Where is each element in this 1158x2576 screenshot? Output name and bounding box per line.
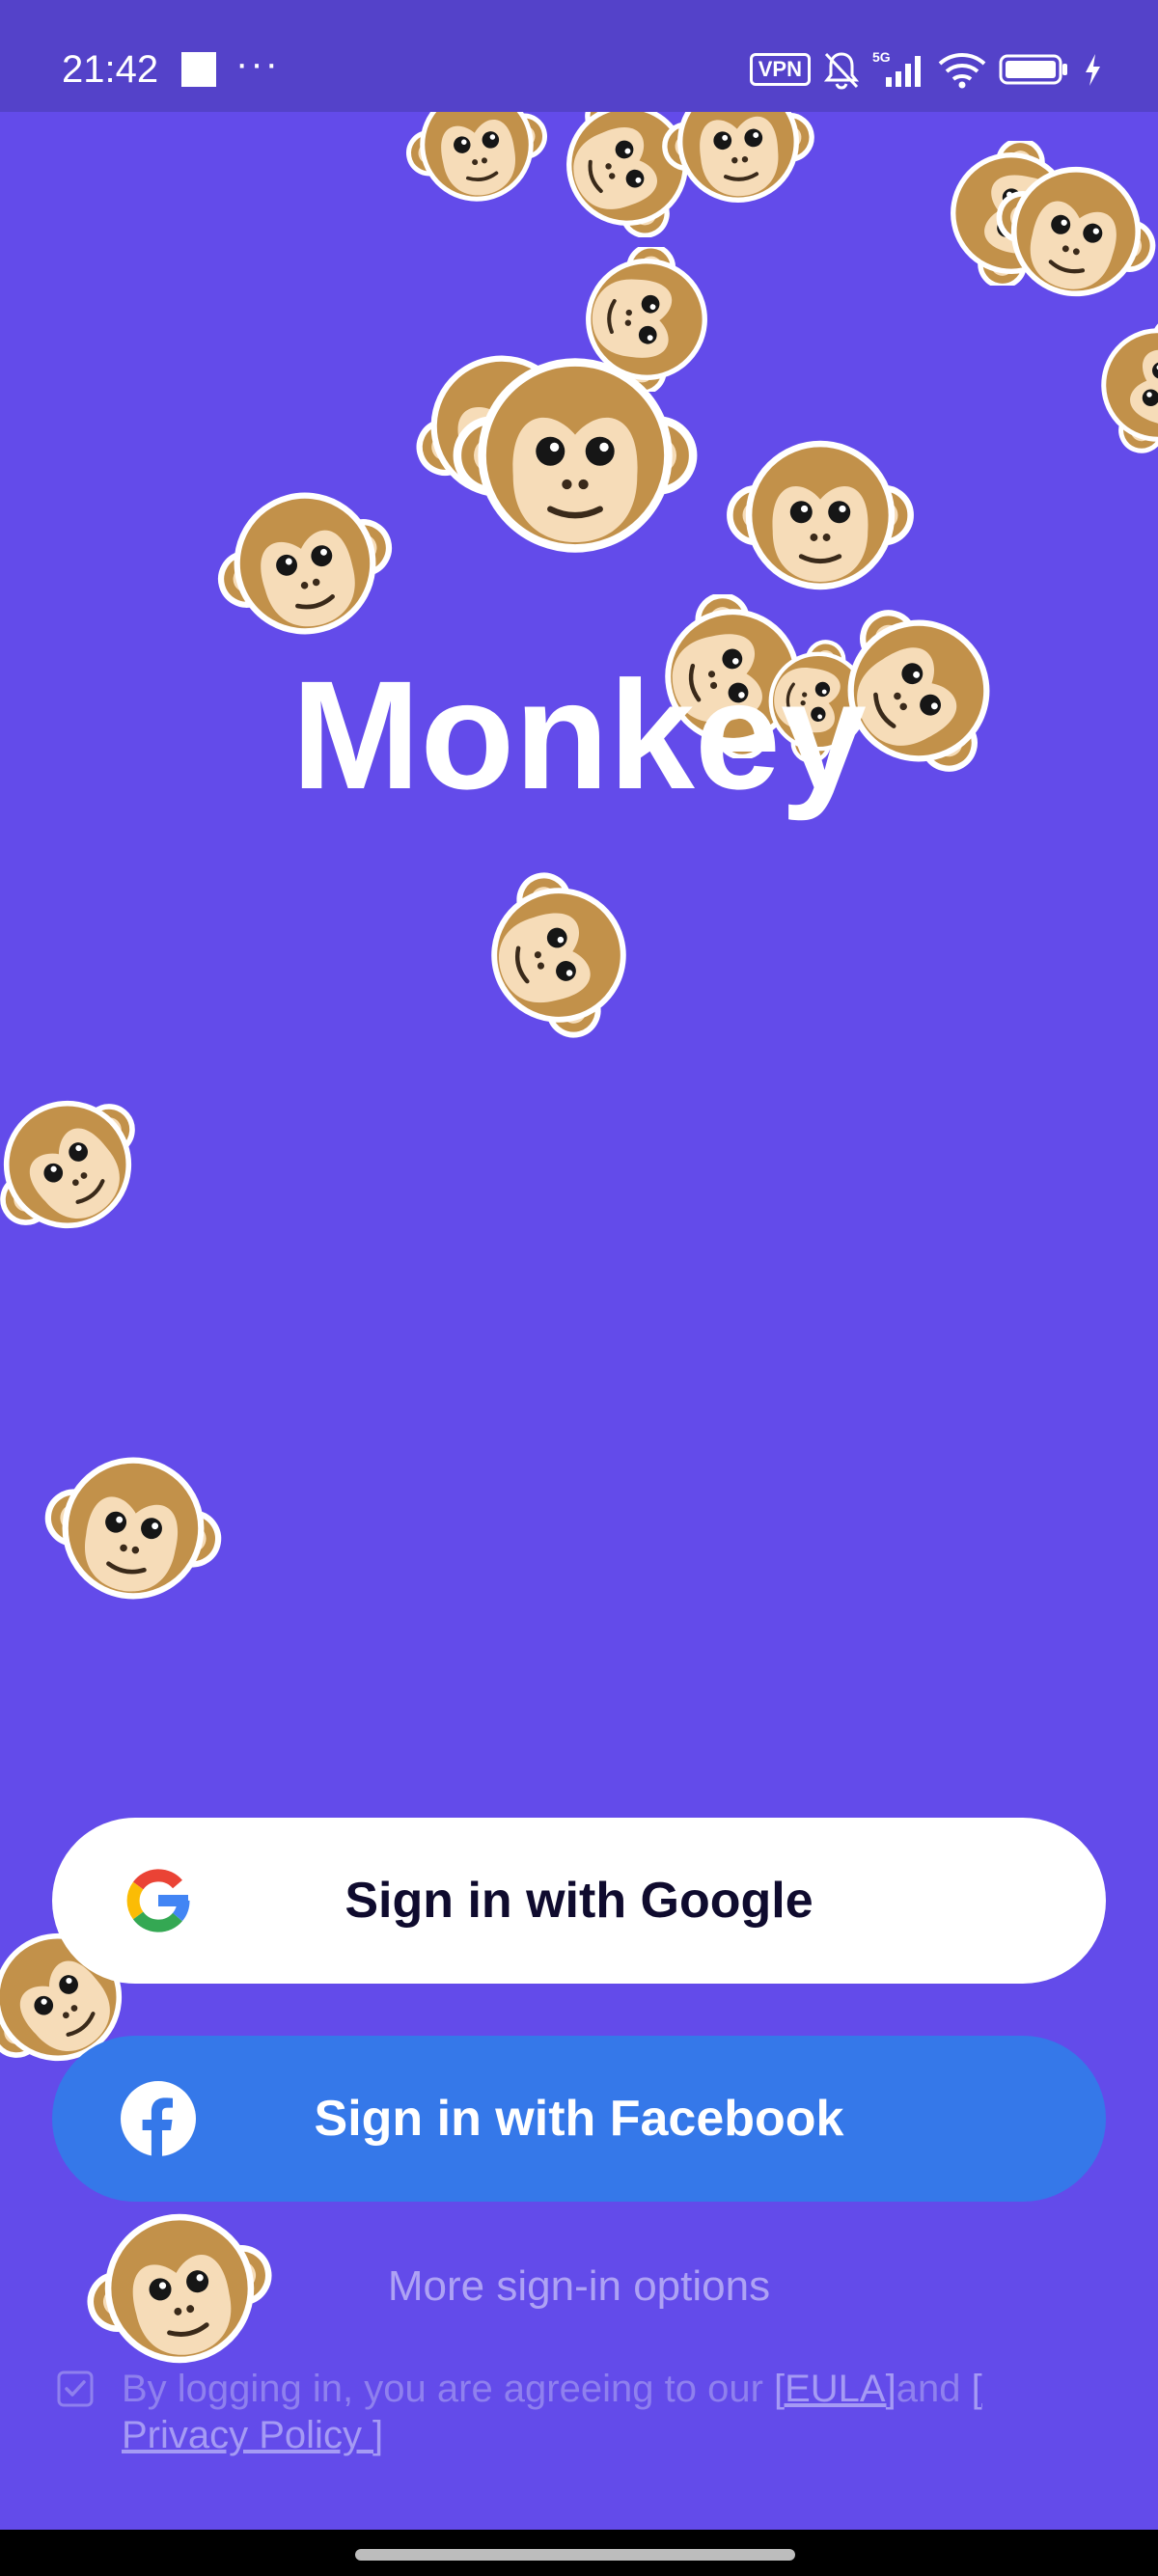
more-sign-in-options-link[interactable]: More sign-in options: [0, 2258, 1158, 2316]
consent-and: and: [896, 2368, 972, 2410]
signal-icon: 5G: [872, 49, 921, 87]
monkey-face-icon: [0, 1075, 154, 1254]
monkey-face-icon: [390, 112, 564, 212]
monkey-face-icon: [440, 340, 710, 571]
google-button-label: Sign in with Google: [345, 1873, 813, 1929]
monkey-face-icon: [718, 426, 923, 604]
notification-square-icon: [181, 52, 216, 87]
consent-prefix: By logging in, you are agreeing to our: [122, 2368, 774, 2410]
battery-icon: [999, 54, 1067, 85]
facebook-f-icon: [121, 2081, 196, 2157]
monkey-face-icon: [208, 475, 401, 652]
navigation-bar: [0, 2530, 1158, 2576]
charging-bolt-icon: [1086, 54, 1100, 86]
monkey-face-icon: [1081, 313, 1158, 457]
bell-off-icon: [823, 52, 860, 90]
overflow-dots: ···: [235, 42, 280, 85]
home-gesture-handle[interactable]: [355, 2549, 795, 2561]
status-icons: VPN 5G: [749, 46, 1104, 93]
checkbox-checked-icon[interactable]: [56, 2370, 95, 2408]
monkey-face-icon: [37, 1443, 230, 1613]
status-time: 21:42: [62, 48, 159, 91]
network-type-label: 5G: [872, 49, 891, 65]
monkey-face-icon: [637, 112, 840, 214]
status-bar: 21:42 ··· VPN 5G: [0, 0, 1158, 112]
monkey-face-icon: [467, 868, 650, 1042]
wifi-icon: [938, 53, 986, 89]
eula-link[interactable]: [EULA]: [774, 2368, 896, 2410]
google-sign-in-button[interactable]: Sign in with Google: [52, 1818, 1106, 1984]
monkey-face-icon: [984, 154, 1158, 309]
vpn-icon: VPN: [749, 53, 811, 86]
facebook-button-label: Sign in with Facebook: [314, 2091, 844, 2147]
consent-text: By logging in, you are agreeing to our […: [122, 2366, 1116, 2458]
app-title: Monkey: [291, 648, 867, 821]
facebook-sign-in-button[interactable]: Sign in with Facebook: [52, 2036, 1106, 2202]
google-g-icon: [126, 1869, 190, 1932]
